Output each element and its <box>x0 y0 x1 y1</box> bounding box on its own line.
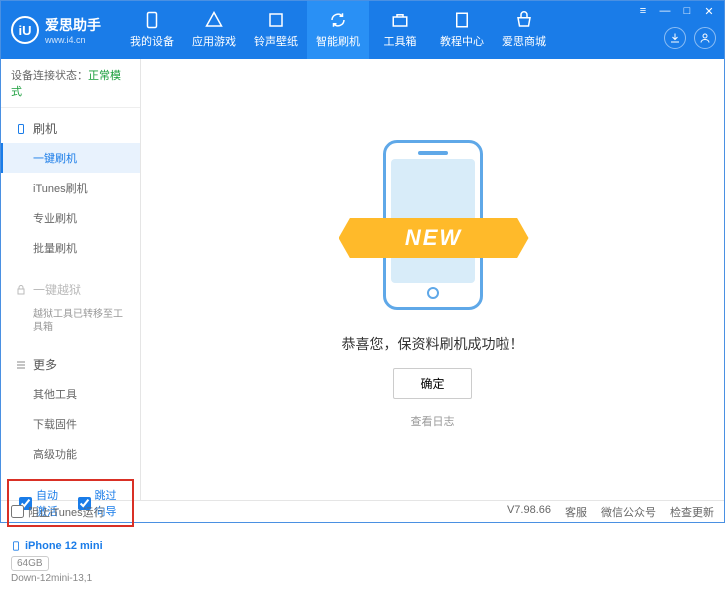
checkbox-block-itunes[interactable]: 阻止iTunes运行 <box>11 504 105 520</box>
tab-tools[interactable]: 工具箱 <box>369 1 431 59</box>
toolbox-icon <box>391 11 409 29</box>
tab-ringtone[interactable]: 铃声壁纸 <box>245 1 307 59</box>
logo-icon: iU <box>11 16 39 44</box>
tab-tutorials[interactable]: 教程中心 <box>431 1 493 59</box>
footer-link-update[interactable]: 检查更新 <box>670 504 714 520</box>
minimize-button[interactable]: — <box>658 5 672 18</box>
sidebar-item-advanced[interactable]: 高级功能 <box>1 439 140 469</box>
group-flash[interactable]: 刷机 <box>1 114 140 143</box>
success-illustration: NEW <box>343 130 523 320</box>
jailbreak-note: 越狱工具已转移至工具箱 <box>1 304 140 338</box>
new-banner: NEW <box>339 218 529 258</box>
tab-store[interactable]: 爱思商城 <box>493 1 555 59</box>
sidebar-item-pro-flash[interactable]: 专业刷机 <box>1 203 140 233</box>
store-icon <box>515 11 533 29</box>
phone-icon <box>11 539 21 553</box>
sidebar-item-download-firmware[interactable]: 下载固件 <box>1 409 140 439</box>
device-info[interactable]: iPhone 12 mini 64GB Down-12mini-13,1 <box>1 531 140 592</box>
phone-icon <box>15 123 27 135</box>
refresh-icon <box>329 11 347 29</box>
wallpaper-icon <box>267 11 285 29</box>
sidebar: 设备连接状态：正常模式 刷机 一键刷机 iTunes刷机 专业刷机 批量刷机 一… <box>1 59 141 500</box>
tab-my-device[interactable]: 我的设备 <box>121 1 183 59</box>
connection-status: 设备连接状态：正常模式 <box>1 59 140 108</box>
view-log-link[interactable]: 查看日志 <box>411 413 455 429</box>
book-icon <box>453 11 471 29</box>
sidebar-item-batch-flash[interactable]: 批量刷机 <box>1 233 140 263</box>
user-icon[interactable] <box>694 27 716 49</box>
maximize-button[interactable]: □ <box>680 5 694 18</box>
phone-icon <box>143 11 161 29</box>
ok-button[interactable]: 确定 <box>393 368 471 399</box>
tab-flash[interactable]: 智能刷机 <box>307 1 369 59</box>
header-actions <box>664 27 716 49</box>
version-label: V7.98.66 <box>507 504 551 520</box>
window-controls: ≡ — □ ✕ <box>636 5 716 18</box>
close-button[interactable]: ✕ <box>702 5 716 18</box>
group-jailbreak: 一键越狱 <box>1 275 140 304</box>
app-header: iU 爱思助手 www.i4.cn 我的设备 应用游戏 铃声壁纸 智能刷机 工具… <box>1 1 724 59</box>
lock-icon <box>15 284 27 296</box>
footer-link-wechat[interactable]: 微信公众号 <box>601 504 656 520</box>
nav-tabs: 我的设备 应用游戏 铃声壁纸 智能刷机 工具箱 教程中心 爱思商城 <box>121 1 555 59</box>
success-message: 恭喜您，保资料刷机成功啦！ <box>342 334 524 354</box>
app-url: www.i4.cn <box>45 35 101 45</box>
tab-apps[interactable]: 应用游戏 <box>183 1 245 59</box>
menu-button[interactable]: ≡ <box>636 5 650 18</box>
main-content: NEW 恭喜您，保资料刷机成功啦！ 确定 查看日志 <box>141 59 724 500</box>
sidebar-item-oneclick-flash[interactable]: 一键刷机 <box>1 143 140 173</box>
footer-link-support[interactable]: 客服 <box>565 504 587 520</box>
sidebar-item-itunes-flash[interactable]: iTunes刷机 <box>1 173 140 203</box>
group-more[interactable]: 更多 <box>1 350 140 379</box>
sidebar-item-other-tools[interactable]: 其他工具 <box>1 379 140 409</box>
app-title: 爱思助手 <box>45 15 101 35</box>
download-icon[interactable] <box>664 27 686 49</box>
apps-icon <box>205 11 223 29</box>
logo: iU 爱思助手 www.i4.cn <box>11 15 101 45</box>
list-icon <box>15 359 27 371</box>
